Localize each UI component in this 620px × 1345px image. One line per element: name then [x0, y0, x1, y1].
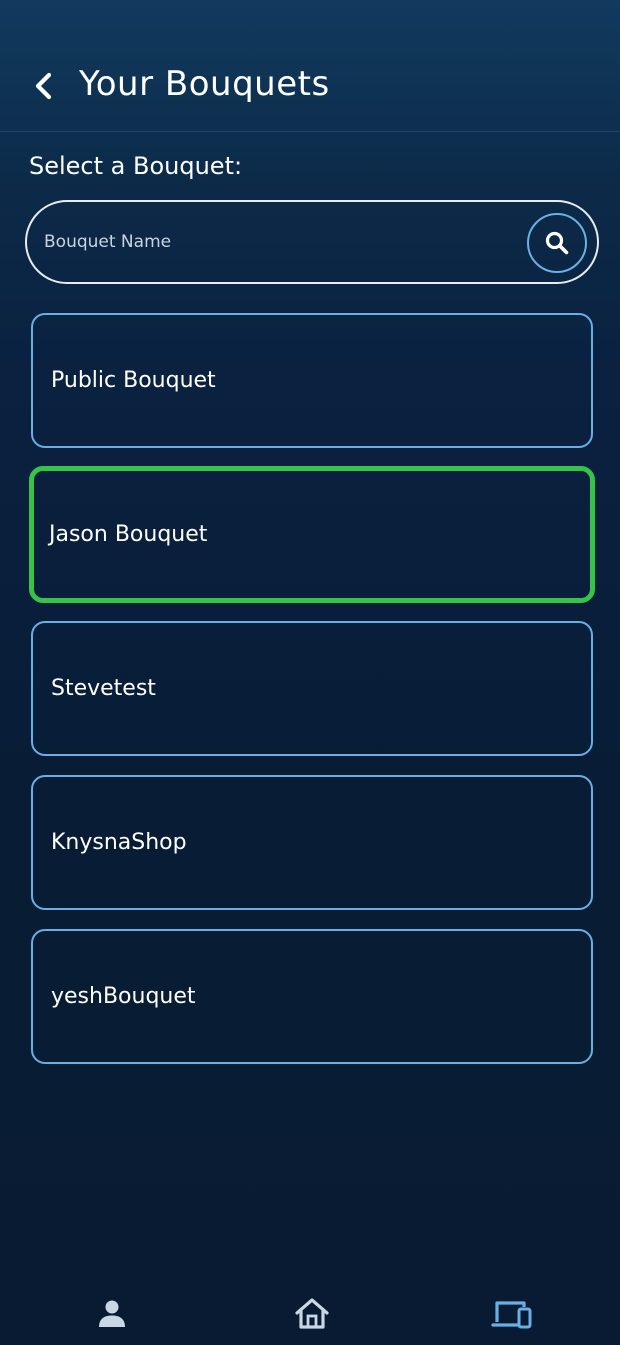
bouquet-item-label: yeshBouquet [51, 984, 196, 1009]
bouquet-item-stevetest[interactable]: Stevetest [31, 621, 593, 756]
bouquet-item-public-bouquet[interactable]: Public Bouquet [31, 313, 593, 448]
nav-home-button[interactable] [290, 1294, 334, 1334]
bouquet-item-knysnashop[interactable]: KnysnaShop [31, 775, 593, 910]
nav-devices-button[interactable] [490, 1294, 534, 1334]
bouquet-item-label: Jason Bouquet [49, 522, 208, 547]
bouquet-list: Public Bouquet Jason Bouquet Stevetest K… [29, 313, 595, 1083]
home-icon [295, 1298, 329, 1329]
bouquet-item-label: Public Bouquet [51, 368, 216, 393]
select-bouquet-label: Select a Bouquet: [29, 152, 243, 180]
bouquet-item-yeshbouquet[interactable]: yeshBouquet [31, 929, 593, 1064]
nav-profile-button[interactable] [90, 1294, 134, 1334]
bouquet-item-label: Stevetest [51, 676, 156, 701]
page-title: Your Bouquets [79, 64, 330, 104]
search-button[interactable] [527, 213, 587, 273]
search-icon [545, 231, 569, 255]
user-icon [99, 1300, 125, 1327]
bouquet-item-jason-bouquet[interactable]: Jason Bouquet [29, 466, 595, 603]
devices-icon [491, 1301, 532, 1329]
bouquet-search-input[interactable] [44, 222, 514, 262]
chevron-left-icon [35, 72, 52, 100]
search-bar [25, 200, 599, 284]
bottom-nav [0, 1282, 620, 1345]
app-header: Your Bouquets [0, 0, 620, 132]
bouquet-item-label: KnysnaShop [51, 830, 187, 855]
back-button[interactable] [26, 66, 62, 106]
